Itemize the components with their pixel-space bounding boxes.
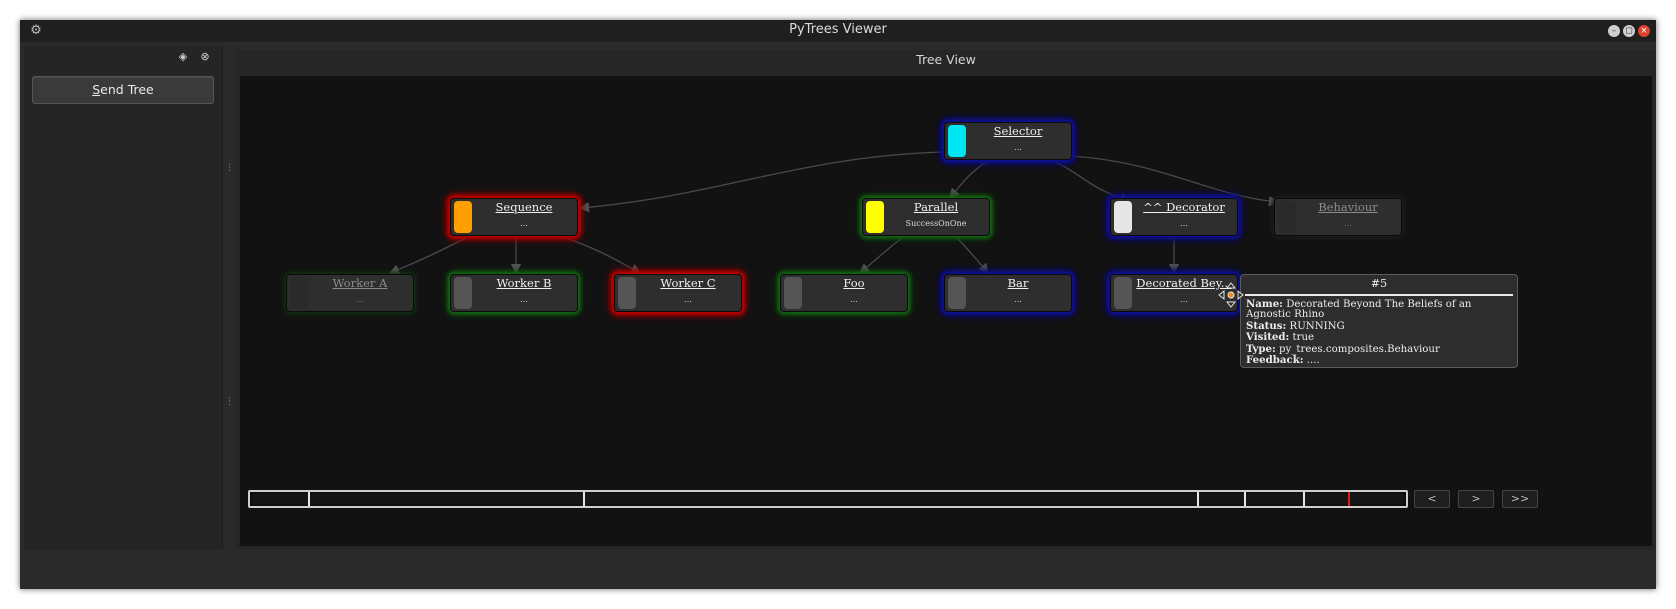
node-sequence[interactable]: Sequence ... [450,198,578,236]
timeline-tick[interactable] [583,492,585,506]
node-detail: ... [1180,219,1188,228]
timeline-next-button[interactable]: > [1458,490,1494,508]
timeline-last-button[interactable]: >> [1502,490,1538,508]
node-swatch [618,277,636,309]
close-dock-icon[interactable]: ⊗ [198,50,212,64]
tooltip-feedback-row: Feedback: .... [1246,355,1512,366]
node-detail: ... [1344,219,1352,228]
node-name: Sequence [495,200,553,214]
dock-toolbar: ◈ ⊗ [176,50,216,64]
node-worker-b[interactable]: Worker B ... [450,274,578,312]
tooltip-visited-row: Visited: true [1246,332,1512,343]
tree-view-title: Tree View [916,52,976,67]
node-detail: ... [684,295,692,304]
node-detail: ... [1014,295,1022,304]
tooltip-label: Type: [1246,342,1276,355]
node-swatch [454,277,472,309]
node-detail: ... [1014,143,1022,152]
splitter-handle[interactable]: ⋮ [225,163,234,173]
timeline-tick[interactable] [1303,492,1305,506]
node-swatch [1114,277,1132,309]
node-swatch [454,201,472,233]
node-foo[interactable]: Foo ... [780,274,908,312]
send-tree-label: end Tree [100,82,154,97]
node-selector[interactable]: Selector ... [944,122,1072,160]
window-title: PyTrees Viewer [789,22,887,37]
minimize-icon[interactable]: – [1608,25,1620,37]
tree-view-dock: Tree View Selector ... Sequence ... Para… [236,50,1656,550]
node-detail: ... [520,295,528,304]
tooltip-title: #5 [1370,277,1388,290]
node-swatch [1114,201,1132,233]
timeline-tick[interactable] [308,492,310,506]
edge-parallel-foo [858,235,906,274]
title-bar: ⚙ PyTrees Viewer – ◻ × [20,20,1656,42]
edge-selector-parallel [949,159,991,199]
node-swatch [948,125,966,157]
timeline-prev-button[interactable]: < [1414,490,1450,508]
tooltip-value: py_trees.composites.Behaviour [1279,343,1440,355]
tooltip-label: Visited: [1246,331,1290,344]
timeline-current-tick[interactable] [1348,492,1350,506]
tooltip-name-row: Name: Decorated Beyond The Beliefs of an… [1246,299,1512,321]
tooltip-label: Feedback: [1246,354,1304,367]
node-swatch [948,277,966,309]
maximize-icon[interactable]: ◻ [1623,25,1635,37]
tooltip-label: Name: [1246,298,1283,310]
tree-canvas[interactable]: Selector ... Sequence ... Parallel Succe… [240,76,1652,546]
node-name: Bar [1007,276,1029,290]
node-name: ^^ Decorator [1143,200,1225,214]
node-detail: ... [850,295,858,304]
node-name: Worker B [496,276,552,290]
close-icon[interactable]: × [1638,25,1650,37]
node-parallel[interactable]: Parallel SuccessOnOne [862,198,990,236]
edge-selector-decorator [1049,159,1132,204]
dock-panel: ◈ ⊗ Send Tree [24,46,223,566]
send-tree-mnemonic: S [92,82,101,97]
node-detail: ... [356,295,364,304]
status-bar [20,549,1656,589]
node-swatch [866,201,884,233]
tooltip-value: true [1292,332,1315,344]
tooltip-value: .... [1306,355,1320,367]
edge-parallel-bar [954,235,989,274]
node-name: Worker A [332,276,388,290]
node-worker-c[interactable]: Worker C ... [614,274,742,312]
timeline-tick[interactable] [1244,492,1246,506]
node-tooltip: #5 Name: Decorated Beyond The Beliefs of… [1240,274,1518,368]
tooltip-body: Name: Decorated Beyond The Beliefs of an… [1246,299,1512,366]
node-swatch [1278,201,1296,233]
splitter-handle[interactable]: ⋮ [225,397,234,407]
node-swatch [784,277,802,309]
move-cursor-icon [1218,282,1244,308]
timeline-tick[interactable] [1197,492,1199,506]
edge-sequence-worker-a [388,235,471,275]
float-dock-icon[interactable]: ◈ [176,50,190,64]
node-name: Worker C [660,276,716,290]
node-bar[interactable]: Bar ... [944,274,1072,312]
tooltip-divider [1245,294,1513,296]
send-tree-button[interactable]: Send Tree [32,76,214,104]
node-name: Parallel [913,200,959,214]
node-detail: SuccessOnOne [905,219,967,228]
node-name: Selector [993,124,1043,138]
node-decorator[interactable]: ^^ Decorator ... [1110,198,1238,236]
node-behaviour[interactable]: Behaviour ... [1274,198,1402,236]
node-swatch [290,277,308,309]
node-worker-a[interactable]: Worker A ... [286,274,414,312]
tooltip-value: RUNNING [1289,320,1345,332]
timeline-bar[interactable] [248,490,1408,508]
edge-sequence-worker-c [559,235,642,274]
node-detail: ... [520,219,528,228]
node-name: Foo [843,276,865,290]
tooltip-label: Status: [1246,319,1287,332]
edge-selector-behaviour [1069,155,1280,207]
node-name: Behaviour [1318,200,1378,214]
main-window: ⚙ PyTrees Viewer – ◻ × ◈ ⊗ Send Tree ⋮ ⋮… [20,20,1656,589]
